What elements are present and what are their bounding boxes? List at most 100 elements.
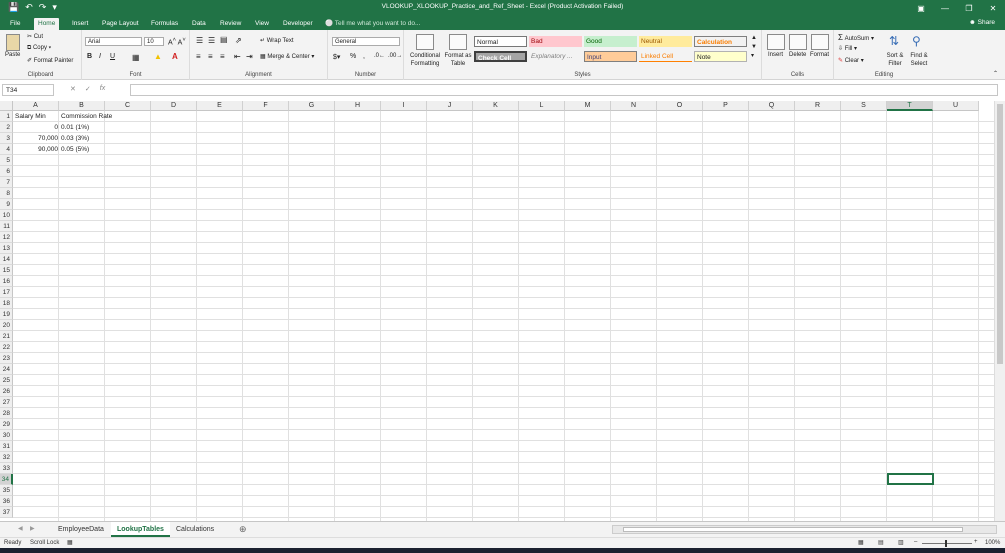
row-header-5[interactable]: 5 (0, 155, 13, 166)
column-header-o[interactable]: O (657, 101, 703, 111)
row-header-19[interactable]: 19 (0, 309, 13, 320)
wrap-text-button[interactable]: ↵ Wrap Text (260, 37, 294, 44)
row-header-26[interactable]: 26 (0, 386, 13, 397)
row-header-22[interactable]: 22 (0, 342, 13, 353)
row-header-6[interactable]: 6 (0, 166, 13, 177)
row-header-31[interactable]: 31 (0, 441, 13, 452)
restore-icon[interactable]: ❐ (957, 0, 981, 17)
find-select-button[interactable]: Find & Select (906, 52, 932, 68)
column-header-p[interactable]: P (703, 101, 749, 111)
row-header-17[interactable]: 17 (0, 287, 13, 298)
column-header-d[interactable]: D (151, 101, 197, 111)
sheet-tab-calculations[interactable]: Calculations (170, 522, 220, 537)
ribbon-display-icon[interactable]: ▣ (909, 0, 933, 17)
font-name-select[interactable]: Arial (85, 37, 142, 46)
cancel-icon[interactable]: ✕ (70, 85, 76, 93)
paste-icon[interactable] (6, 34, 20, 51)
row-header-25[interactable]: 25 (0, 375, 13, 386)
new-sheet-icon[interactable]: ⊕ (239, 524, 247, 535)
decrease-decimal-icon[interactable]: .00→ (388, 53, 402, 59)
collapse-ribbon-icon[interactable]: ⌃ (993, 70, 998, 77)
style-check-cell[interactable]: Check Cell (474, 51, 527, 62)
row-header-18[interactable]: 18 (0, 298, 13, 309)
row-header-8[interactable]: 8 (0, 188, 13, 199)
row-header-13[interactable]: 13 (0, 243, 13, 254)
tab-developer[interactable]: Developer (279, 18, 317, 30)
cell-area[interactable] (13, 111, 994, 521)
name-box[interactable]: T34 (2, 84, 54, 96)
format-as-table-button[interactable]: Format as Table (442, 52, 474, 68)
underline-button[interactable]: U (110, 53, 115, 60)
column-header-t[interactable]: T (887, 101, 933, 111)
cell-a3[interactable]: 70,000 (15, 133, 58, 144)
column-header-c[interactable]: C (105, 101, 151, 111)
delete-cells-icon[interactable] (789, 34, 807, 50)
zoom-out-icon[interactable]: – (914, 539, 917, 545)
format-painter-button[interactable]: ✐ Format Painter (27, 57, 73, 64)
tell-me-search[interactable]: ⚪ Tell me what you want to do... (325, 19, 420, 27)
sheet-tab-lookuptables[interactable]: LookupTables (111, 522, 170, 537)
row-header-9[interactable]: 9 (0, 199, 13, 210)
row-header-21[interactable]: 21 (0, 331, 13, 342)
cell-b3[interactable]: 0.03 (3%) (61, 133, 105, 144)
column-header-f[interactable]: F (243, 101, 289, 111)
cell-a1[interactable]: Salary Min (15, 111, 59, 122)
tab-home[interactable]: Home (34, 18, 60, 30)
number-format-select[interactable]: General (332, 37, 400, 46)
horizontal-scroll-thumb[interactable] (623, 527, 963, 532)
comma-icon[interactable]: , (363, 53, 365, 60)
style-neutral[interactable]: Neutral (639, 36, 692, 47)
row-header-34[interactable]: 34 (0, 474, 13, 485)
style-calculation[interactable]: Calculation (694, 36, 747, 47)
bottom-align-icon[interactable]: ▤ (220, 35, 228, 44)
orientation-icon[interactable]: ⇗ (235, 36, 242, 45)
row-header-12[interactable]: 12 (0, 232, 13, 243)
row-header-16[interactable]: 16 (0, 276, 13, 287)
row-header-7[interactable]: 7 (0, 177, 13, 188)
row-header-32[interactable]: 32 (0, 452, 13, 463)
font-color-icon[interactable]: A (172, 52, 178, 61)
font-size-select[interactable]: 10 (144, 37, 164, 46)
row-header-35[interactable]: 35 (0, 485, 13, 496)
row-header-1[interactable]: 1 (0, 111, 13, 122)
find-icon[interactable]: ⚲ (912, 34, 921, 48)
autosum-button[interactable]: Σ AutoSum ▾ (838, 33, 874, 42)
tab-view[interactable]: View (251, 18, 273, 30)
zoom-level[interactable]: 100% (985, 540, 1000, 546)
macro-record-icon[interactable]: ▦ (67, 539, 73, 546)
insert-function-icon[interactable]: fx (100, 85, 105, 93)
column-header-i[interactable]: I (381, 101, 427, 111)
row-header-3[interactable]: 3 (0, 133, 13, 144)
zoom-in-icon[interactable]: + (974, 539, 978, 545)
select-all-corner[interactable] (0, 101, 13, 111)
cell-b4[interactable]: 0.05 (5%) (61, 144, 105, 155)
sort-filter-button[interactable]: Sort & Filter (884, 52, 906, 68)
row-header-36[interactable]: 36 (0, 496, 13, 507)
column-header-k[interactable]: K (473, 101, 519, 111)
middle-align-icon[interactable]: ☰ (208, 36, 215, 45)
style-note[interactable]: Note (694, 51, 747, 62)
clear-button[interactable]: ✎ Clear ▾ (838, 57, 864, 64)
tab-formulas[interactable]: Formulas (147, 18, 182, 30)
vertical-scrollbar[interactable] (994, 101, 1005, 521)
style-good[interactable]: Good (584, 36, 637, 47)
formula-input[interactable] (130, 84, 998, 96)
cell-b1[interactable]: Commission Rate (61, 111, 151, 122)
italic-button[interactable]: I (99, 53, 101, 60)
sort-filter-icon[interactable]: ⇅ (889, 34, 899, 48)
align-center-icon[interactable]: ≡ (208, 52, 213, 61)
column-header-b[interactable]: B (59, 101, 105, 111)
insert-button[interactable]: Insert (768, 52, 783, 58)
page-layout-view-icon[interactable]: ▤ (878, 539, 884, 546)
row-header-37[interactable]: 37 (0, 507, 13, 518)
share-button[interactable]: ☻ Share (969, 19, 995, 26)
row-header-23[interactable]: 23 (0, 353, 13, 364)
column-header-a[interactable]: A (13, 101, 59, 111)
cell-a4[interactable]: 90,000 (15, 144, 58, 155)
percent-icon[interactable]: % (350, 53, 356, 60)
row-header-30[interactable]: 30 (0, 430, 13, 441)
grow-font-button[interactable]: A˄ A˅ (168, 37, 186, 46)
conditional-formatting-icon[interactable] (416, 34, 434, 50)
zoom-slider-thumb[interactable] (945, 540, 947, 547)
cell-a2[interactable]: 0 (15, 122, 58, 133)
